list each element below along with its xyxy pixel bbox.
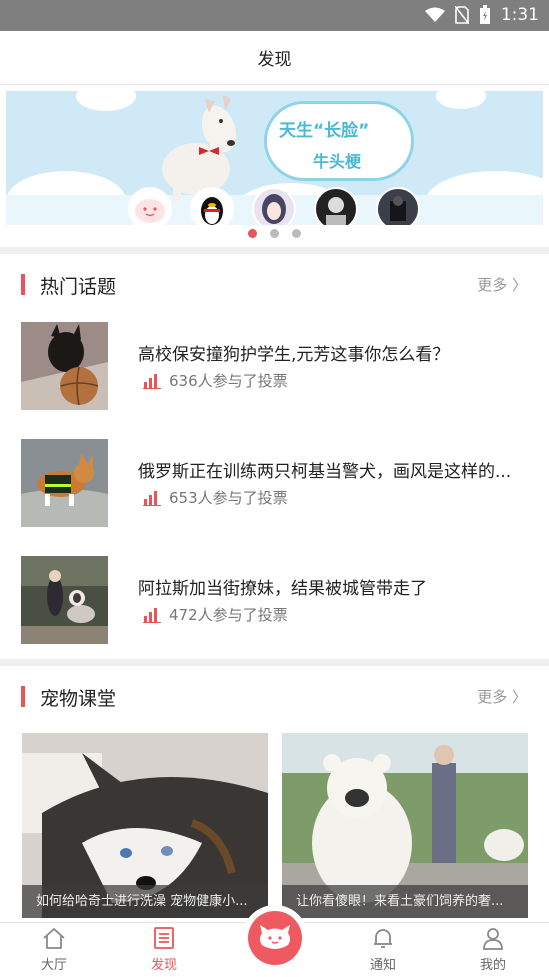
carousel-dot-active[interactable] — [248, 229, 257, 238]
tab-label: 我的 — [479, 958, 506, 973]
card-caption: 让你看傻眼！来看土豪们饲养的奢... — [282, 885, 528, 918]
chevron-right-icon: 〉 — [511, 276, 527, 294]
wifi-icon — [424, 7, 445, 22]
bull-terrier-image — [162, 95, 237, 201]
avatar — [314, 187, 358, 225]
topic-title: 俄罗斯正在训练两只柯基当警犬，画风是这样的... — [138, 462, 512, 482]
topic-item[interactable]: 俄罗斯正在训练两只柯基当警犬，画风是这样的... 653人参与了投票 — [0, 439, 549, 529]
banner-line1: 天生“长脸” — [279, 121, 370, 141]
malamute-street-image — [21, 556, 108, 644]
topic-meta: 653人参与了投票 — [143, 487, 288, 508]
discover-icon — [154, 927, 174, 949]
user-icon — [483, 928, 503, 950]
topic-meta: 636人参与了投票 — [143, 370, 288, 391]
section-divider — [0, 659, 549, 666]
center-action-button[interactable] — [242, 905, 308, 971]
vote-count: 636人参与了投票 — [169, 372, 288, 390]
tab-hall[interactable]: 大厅 — [14, 923, 94, 977]
battery-icon — [479, 5, 490, 24]
pet-class-header: 宠物课堂 更多 〉 — [0, 676, 549, 716]
banner-headline-bubble: 天生“长脸” 牛头梗 — [264, 101, 414, 181]
hot-topics-more-link[interactable]: 更多 〉 — [477, 274, 527, 295]
topic-meta: 472人参与了投票 — [143, 604, 288, 625]
anime-girl-avatar-icon — [262, 194, 286, 224]
corgi-police-image — [21, 439, 108, 527]
status-time: 1:31 — [500, 5, 539, 25]
mascot-face-icon — [260, 925, 290, 949]
topic-title: 高校保安撞狗护学生,元芳这事你怎么看？ — [138, 345, 450, 365]
avatar — [376, 187, 420, 225]
pet-class-card[interactable]: 如何给哈奇士进行洗澡 宠物健康小... — [22, 733, 268, 918]
penguin-avatar-icon — [201, 197, 223, 225]
vote-chart-icon — [143, 373, 161, 389]
topic-thumbnail — [21, 439, 108, 527]
topic-title: 阿拉斯加当街撩妹，结果被城管带走了 — [138, 579, 427, 599]
avatar — [252, 187, 296, 225]
carousel-indicator — [0, 229, 549, 238]
pet-class-title: 宠物课堂 — [40, 688, 117, 710]
card-caption: 如何给哈奇士进行洗澡 宠物健康小... — [22, 885, 268, 918]
pet-class-card[interactable]: 让你看傻眼！来看土豪们饲养的奢... — [282, 733, 528, 918]
avatar — [190, 187, 234, 225]
pet-class-more-link[interactable]: 更多 〉 — [477, 686, 527, 707]
hot-topics-title: 热门话题 — [40, 276, 117, 298]
topic-item[interactable]: 阿拉斯加当街撩妹，结果被城管带走了 472人参与了投票 — [0, 556, 549, 646]
home-icon — [43, 928, 65, 949]
topic-thumbnail — [21, 556, 108, 644]
more-label[interactable]: 更多 — [477, 276, 507, 294]
bell-icon — [374, 929, 392, 948]
vote-count: 653人参与了投票 — [169, 489, 288, 507]
section-accent-bar — [21, 686, 25, 707]
vote-count: 472人参与了投票 — [169, 606, 288, 624]
page-title: 发现 — [257, 50, 292, 70]
center-button-circle — [248, 911, 302, 965]
status-bar: 1:31 — [0, 0, 549, 31]
carousel-dot[interactable] — [270, 229, 279, 238]
chevron-right-icon: 〉 — [511, 688, 527, 706]
vote-chart-icon — [143, 490, 161, 506]
more-label[interactable]: 更多 — [477, 688, 507, 706]
topic-thumbnail — [21, 322, 108, 410]
section-divider — [0, 247, 549, 254]
banner-line2: 牛头梗 — [313, 152, 362, 171]
tab-discover[interactable]: 发现 — [124, 923, 204, 977]
mascot-avatar-icon — [135, 199, 165, 223]
no-sim-icon — [454, 6, 469, 24]
carousel-dot[interactable] — [292, 229, 301, 238]
tab-label: 发现 — [150, 958, 177, 973]
tab-mine[interactable]: 我的 — [453, 923, 533, 977]
avatar — [128, 187, 172, 225]
dark-photo-avatar-icon — [390, 196, 406, 221]
tab-label: 通知 — [369, 958, 396, 973]
vote-chart-icon — [143, 607, 161, 623]
dog-with-ball-image — [21, 322, 108, 410]
tab-notifications[interactable]: 通知 — [343, 923, 423, 977]
page-title-bar: 发现 — [0, 31, 549, 85]
photo-avatar-icon — [326, 197, 346, 225]
hot-topics-header: 热门话题 更多 〉 — [0, 264, 549, 304]
topic-item[interactable]: 高校保安撞狗护学生,元芳这事你怎么看？ 636人参与了投票 — [0, 322, 549, 412]
section-accent-bar — [21, 274, 25, 295]
banner-carousel[interactable]: 天生“长脸” 牛头梗 — [6, 91, 543, 225]
tab-label: 大厅 — [40, 958, 67, 973]
